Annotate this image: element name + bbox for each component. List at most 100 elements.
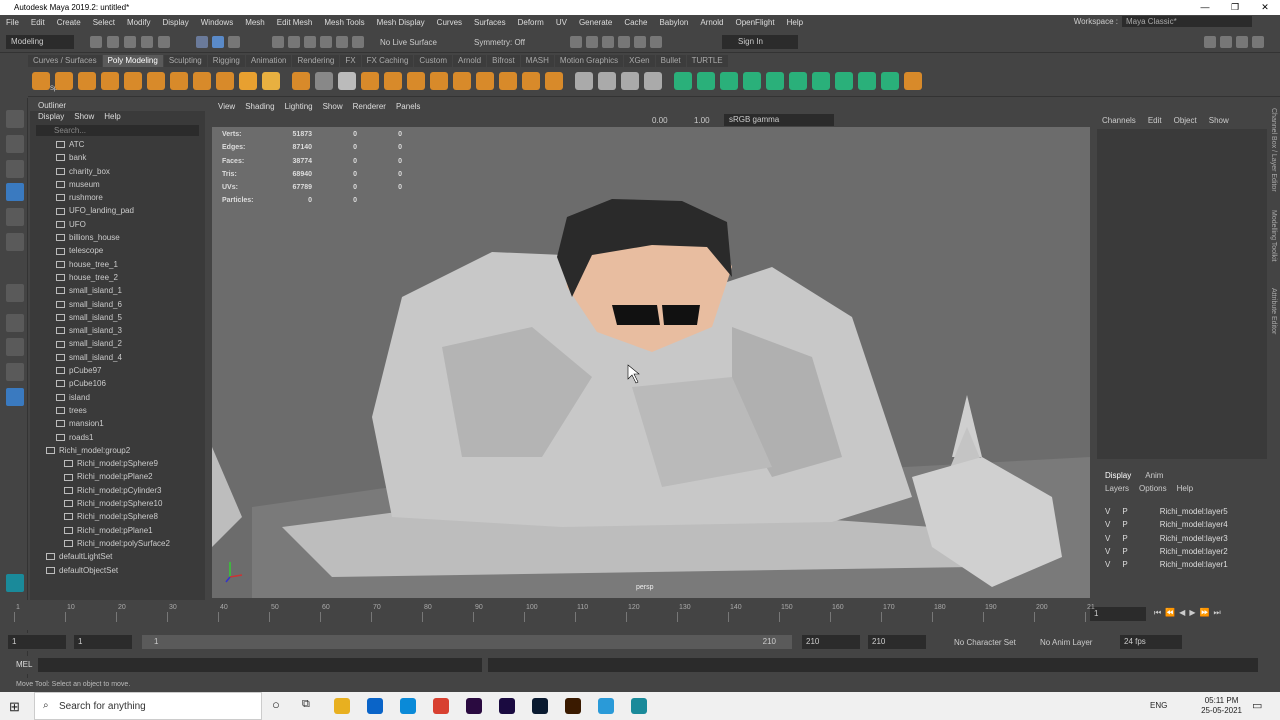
colorspace-dropdown[interactable]: sRGB gamma: [724, 114, 834, 126]
time-slider[interactable]: 1 ⏮ ⏪ ◀ ▶ ⏩ ⏭ 1 10 20 30 40 50 60 70 80 90 100 110 1…: [0, 600, 1280, 630]
outliner-item[interactable]: pCube97: [56, 364, 205, 377]
layer-visibility-toggle[interactable]: V: [1105, 545, 1110, 558]
select-object-icon[interactable]: [212, 36, 224, 48]
shelf-tool-icon-6[interactable]: [147, 72, 165, 90]
channel-menu-show[interactable]: Show: [1209, 116, 1229, 125]
shelf-tool-icon-27[interactable]: [644, 72, 662, 90]
outliner-item[interactable]: mansion1: [56, 417, 205, 430]
character-set-dropdown[interactable]: No Character Set: [954, 638, 1016, 647]
step-back-icon[interactable]: ⏪: [1165, 608, 1175, 618]
layer-tab-display[interactable]: Display: [1105, 471, 1131, 480]
go-to-end-icon[interactable]: ⏭: [1213, 608, 1220, 618]
menu-help[interactable]: Help: [781, 18, 809, 27]
menu-mesh[interactable]: Mesh: [239, 18, 271, 27]
telegram-icon[interactable]: [598, 698, 614, 714]
viewport-menu-lighting[interactable]: Lighting: [285, 102, 313, 114]
workspace-dropdown[interactable]: Maya Classic*: [1122, 16, 1252, 27]
lasso-tool-icon[interactable]: [6, 135, 24, 153]
shelf-tab-arnold[interactable]: Arnold: [452, 55, 487, 67]
sign-in-dropdown[interactable]: Sign In: [722, 35, 798, 49]
outliner-item[interactable]: rushmore: [56, 191, 205, 204]
shelf-tab-fx[interactable]: FX: [340, 55, 361, 67]
shelf-tool-icon-14[interactable]: [338, 72, 356, 90]
mel-input[interactable]: [38, 658, 482, 672]
modeling-toolkit-icon[interactable]: [1204, 36, 1216, 48]
shelf-tab-fx-caching[interactable]: FX Caching: [361, 55, 414, 67]
layer-menu-options[interactable]: Options: [1139, 484, 1167, 493]
outliner-item[interactable]: Richi_model:pPlane1: [64, 524, 205, 537]
outliner-item[interactable]: Richi_model:group2: [46, 444, 205, 457]
shelf-tab-animation[interactable]: Animation: [245, 55, 292, 67]
shelf-tool-icon-38[interactable]: [904, 72, 922, 90]
outliner-item[interactable]: defaultObjectSet: [46, 564, 205, 577]
play-back-icon[interactable]: ◀: [1179, 608, 1185, 618]
language-indicator[interactable]: ENG: [1150, 701, 1167, 710]
undo-icon[interactable]: [141, 36, 153, 48]
channel-menu-object[interactable]: Object: [1174, 116, 1197, 125]
windows-start-icon[interactable]: ⊞: [9, 699, 20, 715]
menu-edit-mesh[interactable]: Edit Mesh: [271, 18, 319, 27]
select-component-icon[interactable]: [228, 36, 240, 48]
viewport-menu-shading[interactable]: Shading: [245, 102, 274, 114]
premiere-icon[interactable]: [466, 698, 482, 714]
shelf-tool-icon-12[interactable]: [292, 72, 310, 90]
shelf-tool-icon-35[interactable]: [835, 72, 853, 90]
outliner-item[interactable]: pCube106: [56, 377, 205, 390]
layer-row[interactable]: V P Richi_model:layer1: [1097, 558, 1267, 571]
shelf-tool-icon-1[interactable]: [32, 72, 50, 90]
outliner-item[interactable]: house_tree_1: [56, 258, 205, 271]
channel-menu-edit[interactable]: Edit: [1148, 116, 1162, 125]
workspace-selector[interactable]: Workspace : Maya Classic*: [1074, 16, 1252, 27]
outliner-item[interactable]: Richi_model:pCylinder3: [64, 484, 205, 497]
snap-grid-icon[interactable]: [272, 36, 284, 48]
snap-point-icon[interactable]: [304, 36, 316, 48]
four-pane-layout-icon[interactable]: [6, 338, 24, 356]
outliner-item[interactable]: bank: [56, 151, 205, 164]
menu-windows[interactable]: Windows: [195, 18, 239, 27]
last-tool-icon[interactable]: [6, 284, 24, 302]
outliner-menu-display[interactable]: Display: [38, 111, 64, 123]
layer-menu-help[interactable]: Help: [1177, 484, 1193, 493]
shelf-tab-motion-graphics[interactable]: Motion Graphics: [554, 55, 624, 67]
snap-view-icon[interactable]: [320, 36, 332, 48]
playback-end-field[interactable]: 210: [802, 635, 860, 649]
menu-deform[interactable]: Deform: [512, 18, 550, 27]
paint-select-tool-icon[interactable]: [6, 160, 24, 178]
menu-edit[interactable]: Edit: [25, 18, 51, 27]
menu-create[interactable]: Create: [51, 18, 87, 27]
outliner-item[interactable]: Richi_model:pSphere10: [64, 497, 205, 510]
shelf-tool-icon-28[interactable]: [674, 72, 692, 90]
render-frame-icon[interactable]: [586, 36, 598, 48]
outliner-item[interactable]: small_island_1: [56, 284, 205, 297]
outliner-item[interactable]: small_island_3: [56, 324, 205, 337]
redo-icon[interactable]: [158, 36, 170, 48]
go-to-start-icon[interactable]: ⏮: [1154, 608, 1161, 618]
shelf-tab-mash[interactable]: MASH: [520, 55, 554, 67]
menu-uv[interactable]: UV: [550, 18, 573, 27]
outliner-layout-icon[interactable]: [6, 388, 24, 406]
menu-openflight[interactable]: OpenFlight: [729, 18, 780, 27]
step-forward-icon[interactable]: ⏩: [1199, 608, 1209, 618]
shelf-tab-custom[interactable]: Custom: [414, 55, 452, 67]
task-view-icon[interactable]: ⧉: [302, 698, 310, 711]
outliner-item[interactable]: ATC: [56, 138, 205, 151]
outliner-item[interactable]: house_tree_2: [56, 271, 205, 284]
outliner-item[interactable]: small_island_2: [56, 337, 205, 350]
outliner-item[interactable]: small_island_5: [56, 311, 205, 324]
exposure-field[interactable]: 0.00: [652, 116, 668, 125]
outliner-item[interactable]: Richi_model:pPlane2: [64, 470, 205, 483]
viewport-menu-panels[interactable]: Panels: [396, 102, 420, 114]
skype-icon[interactable]: [400, 698, 416, 714]
ipr-render-icon[interactable]: [602, 36, 614, 48]
shelf-tool-icon-30[interactable]: [720, 72, 738, 90]
outliner-item[interactable]: defaultLightSet: [46, 550, 205, 563]
shelf-tool-icon-8[interactable]: [193, 72, 211, 90]
shelf-tab-sculpting[interactable]: Sculpting: [163, 55, 207, 67]
outliner-item[interactable]: charity_box: [56, 165, 205, 178]
shelf-tab-poly-modeling[interactable]: Poly Modeling: [102, 55, 163, 67]
shelf-tab-bifrost[interactable]: Bifrost: [487, 55, 520, 67]
symmetry-dropdown[interactable]: Symmetry: Off: [474, 38, 525, 47]
close-button[interactable]: ✕: [1250, 2, 1280, 13]
menu-generate[interactable]: Generate: [573, 18, 618, 27]
chrome-icon[interactable]: [433, 698, 449, 714]
